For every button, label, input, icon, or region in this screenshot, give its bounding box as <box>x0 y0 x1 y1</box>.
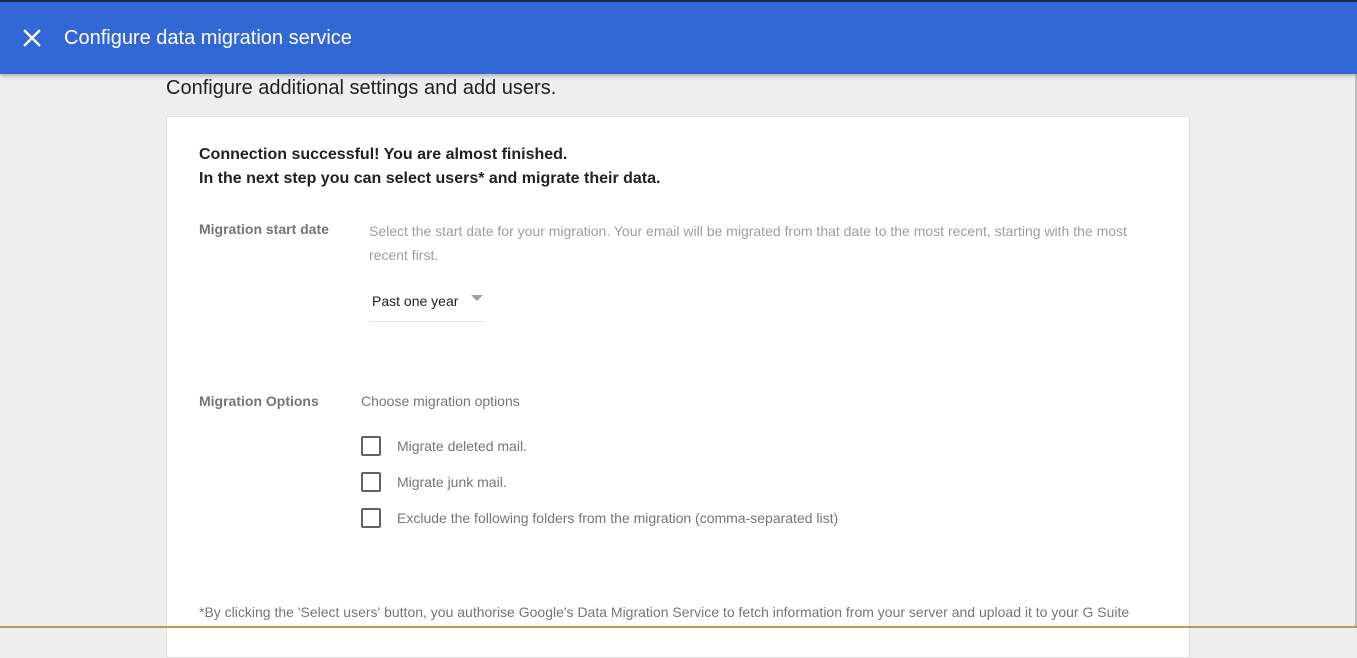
checkbox-exclude-folders[interactable] <box>361 508 381 528</box>
close-icon <box>23 29 41 47</box>
app-header: Configure data migration service <box>0 2 1357 74</box>
option-exclude-folders[interactable]: Exclude the following folders from the m… <box>361 507 838 529</box>
option-label: Migrate junk mail. <box>397 474 507 490</box>
disclaimer-text: *By clicking the 'Select users' button, … <box>199 604 1130 620</box>
success-line-1: Connection successful! You are almost fi… <box>199 146 568 163</box>
checkbox-migrate-deleted-mail[interactable] <box>361 436 381 456</box>
page-subtitle: Configure additional settings and add us… <box>166 77 557 99</box>
option-label: Migrate deleted mail. <box>397 438 527 454</box>
dropdown-arrow-icon <box>471 295 483 301</box>
close-button[interactable] <box>18 24 46 52</box>
checkbox-migrate-junk-mail[interactable] <box>361 472 381 492</box>
migration-options-label: Migration Options <box>199 393 319 409</box>
option-migrate-junk-mail[interactable]: Migrate junk mail. <box>361 471 507 493</box>
success-message: Connection successful! You are almost fi… <box>199 143 660 191</box>
option-migrate-deleted-mail[interactable]: Migrate deleted mail. <box>361 435 527 457</box>
success-line-2: In the next step you can select users* a… <box>199 170 661 187</box>
migration-options-heading: Choose migration options <box>361 393 520 409</box>
start-date-description: Select the start date for your migration… <box>369 223 1127 263</box>
start-date-selected-value: Past one year <box>372 293 459 309</box>
page-title: Configure data migration service <box>64 27 352 49</box>
start-date-dropdown[interactable]: Past one year <box>369 287 485 322</box>
start-date-label: Migration start date <box>199 221 329 237</box>
option-label: Exclude the following folders from the m… <box>397 510 839 526</box>
settings-card: Connection successful! You are almost fi… <box>166 116 1190 658</box>
